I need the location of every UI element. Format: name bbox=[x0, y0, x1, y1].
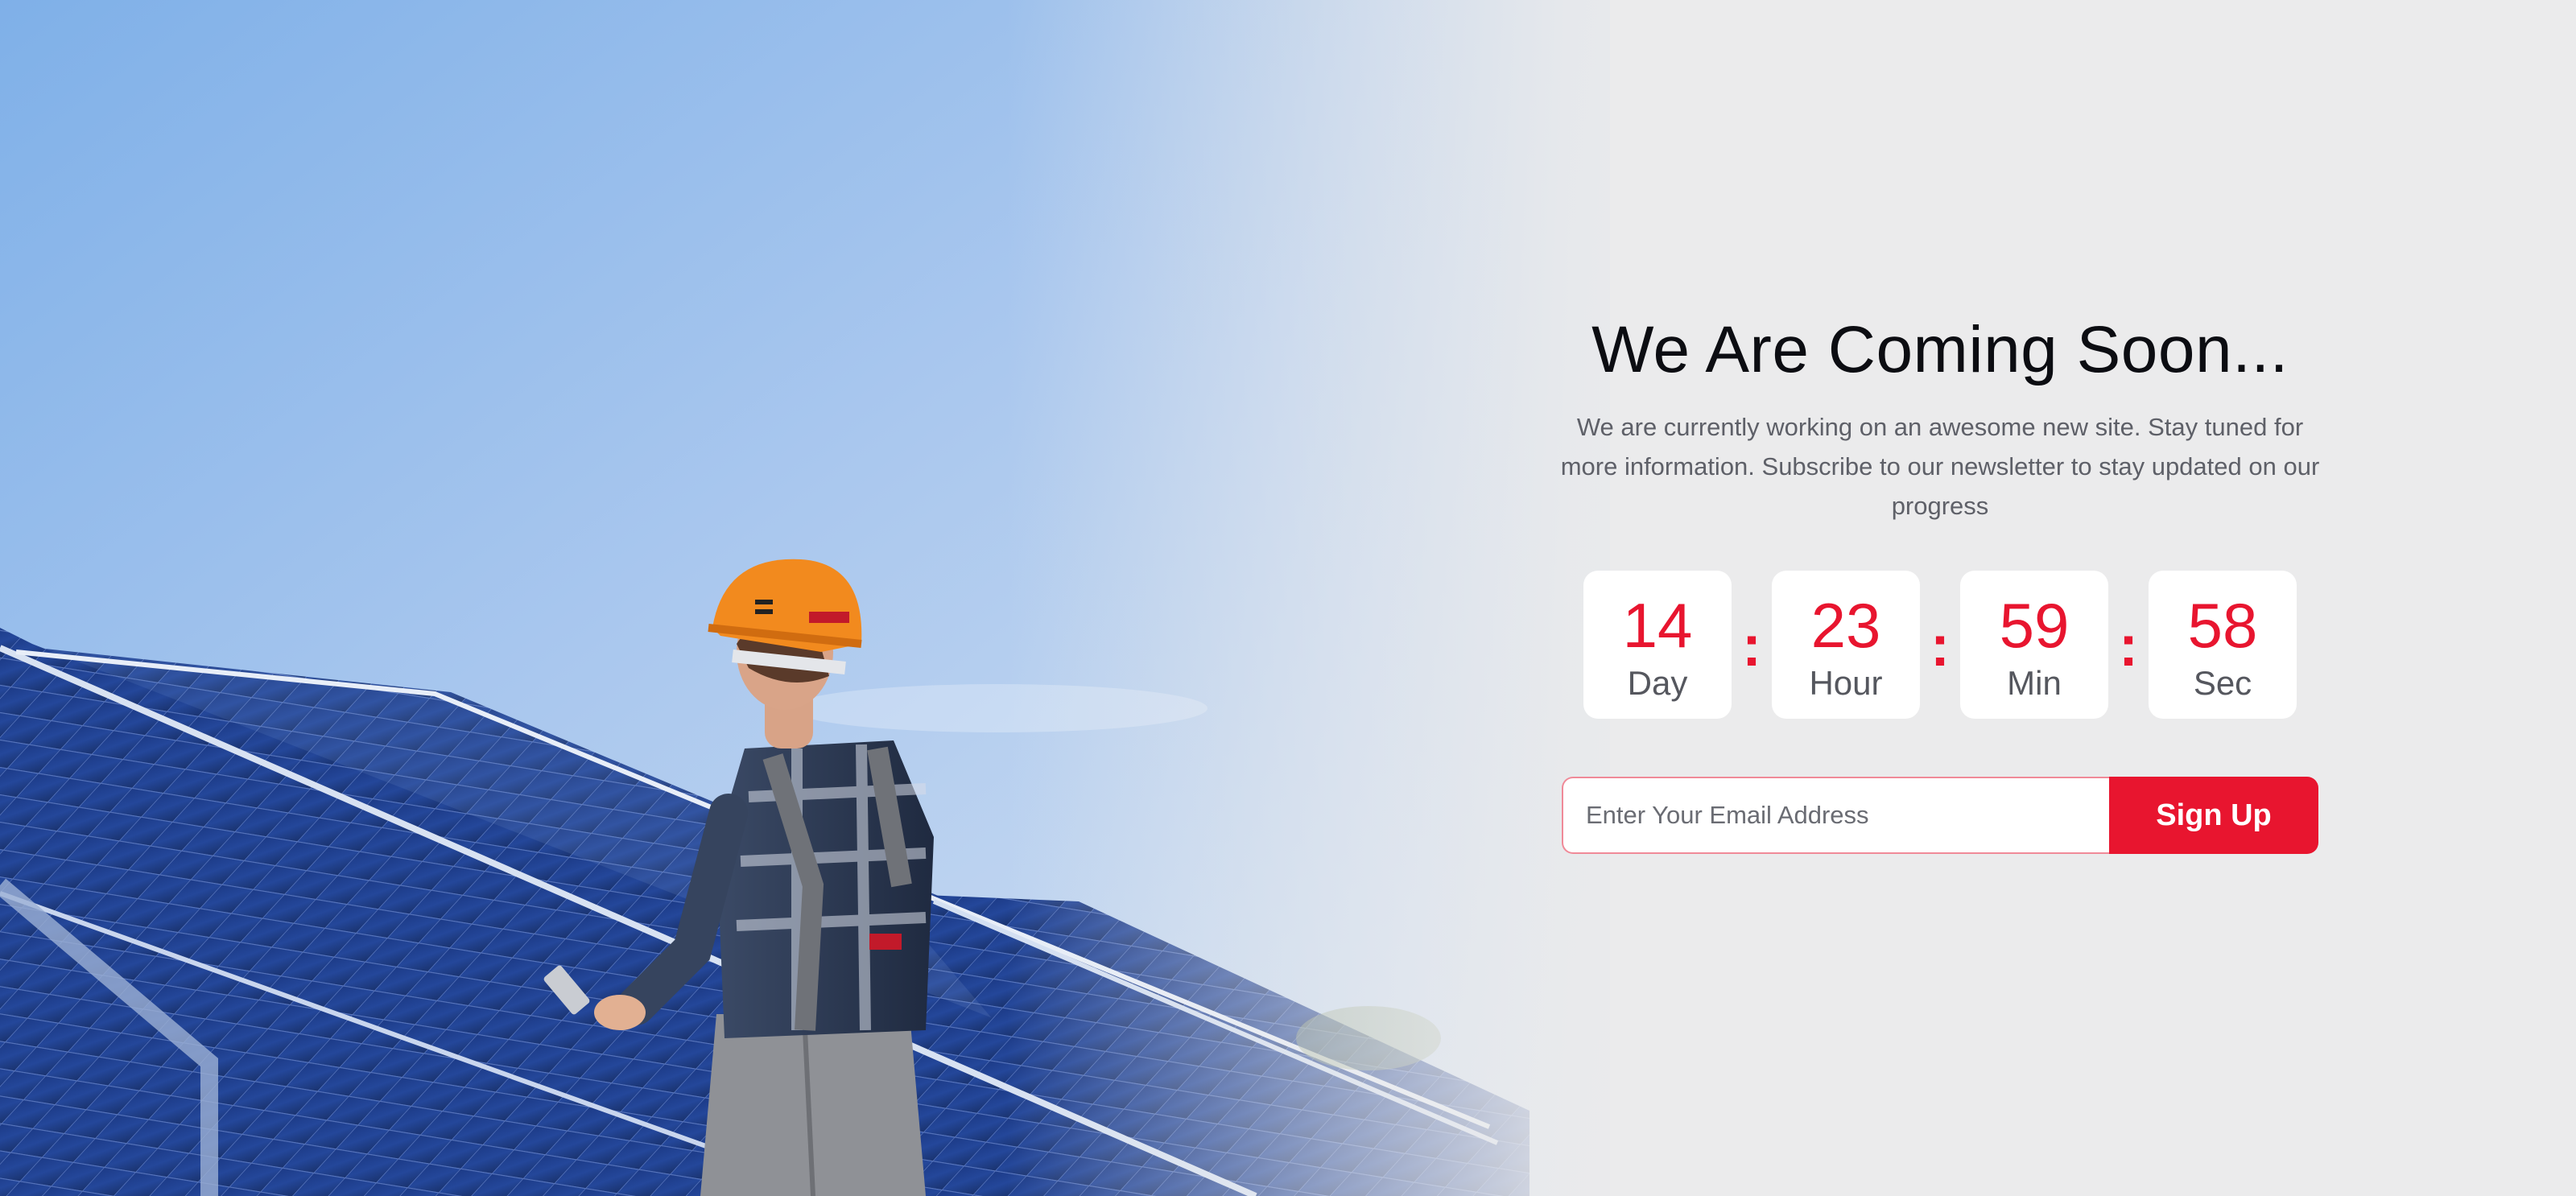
countdown-hour-value: 23 bbox=[1810, 590, 1881, 662]
countdown-min-box: 59 Min bbox=[1960, 571, 2108, 720]
countdown-day-value: 14 bbox=[1622, 590, 1693, 662]
countdown-day-label: Day bbox=[1627, 664, 1688, 703]
newsletter-form: Sign Up bbox=[1562, 777, 2318, 855]
countdown-separator: : bbox=[2119, 614, 2138, 679]
countdown-sec-value: 58 bbox=[2187, 590, 2258, 662]
coming-soon-panel: We Are Coming Soon... We are currently w… bbox=[1546, 313, 2334, 855]
countdown-hour-box: 23 Hour bbox=[1772, 571, 1920, 720]
countdown-separator: : bbox=[1742, 614, 1761, 679]
countdown-min-value: 59 bbox=[1999, 590, 2070, 662]
countdown-min-label: Min bbox=[2007, 664, 2062, 703]
countdown-separator: : bbox=[1930, 614, 1950, 679]
coming-soon-page: We Are Coming Soon... We are currently w… bbox=[0, 0, 2576, 1196]
email-input[interactable] bbox=[1562, 777, 2109, 855]
page-subtitle: We are currently working on an awesome n… bbox=[1560, 413, 2320, 521]
countdown-timer: 14 Day : 23 Hour : 59 Min : 58 Sec bbox=[1546, 571, 2334, 720]
page-title: We Are Coming Soon... bbox=[1591, 313, 2289, 386]
countdown-day-box: 14 Day bbox=[1583, 571, 1732, 720]
sign-up-button[interactable]: Sign Up bbox=[2109, 777, 2318, 855]
countdown-sec-label: Sec bbox=[2193, 664, 2252, 703]
countdown-sec-box: 58 Sec bbox=[2149, 571, 2297, 720]
countdown-hour-label: Hour bbox=[1809, 664, 1883, 703]
